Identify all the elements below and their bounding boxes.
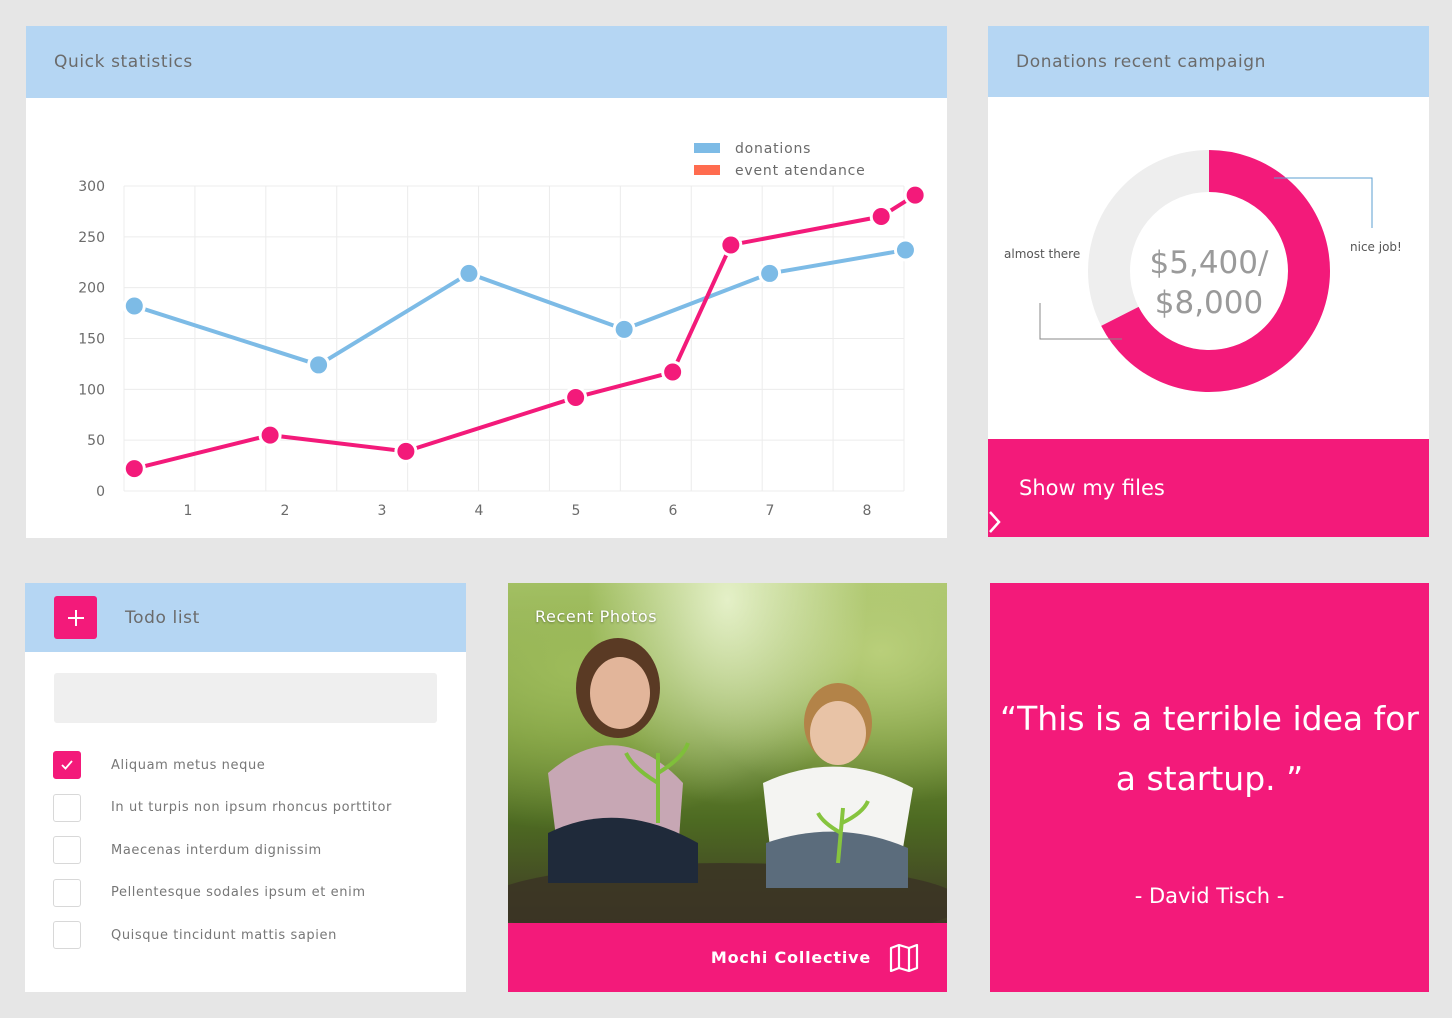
legend-swatch — [694, 165, 720, 175]
data-point[interactable] — [612, 317, 636, 341]
y-tick-label: 250 — [78, 230, 105, 246]
photo-footer[interactable]: Mochi Collective — [508, 923, 947, 992]
todo-item: Aliquam metus neque — [53, 750, 392, 780]
recent-photo-image[interactable] — [508, 583, 947, 943]
quote-card: “This is a terrible idea for a startup. … — [990, 583, 1429, 992]
quick-statistics-title: Quick statistics — [54, 52, 193, 72]
add-todo-button[interactable] — [54, 596, 97, 639]
legend-swatch — [694, 143, 720, 153]
data-point[interactable] — [457, 261, 481, 285]
quick-statistics-header: Quick statistics — [26, 26, 947, 98]
data-point[interactable] — [869, 205, 893, 228]
donations-card: Donations recent campaign $5,400/ $8,000… — [988, 26, 1429, 537]
y-tick-label: 100 — [78, 382, 105, 398]
y-tick-label: 50 — [87, 433, 105, 449]
series-line — [133, 248, 906, 367]
data-point[interactable] — [903, 183, 927, 207]
y-tick-label: 0 — [96, 484, 105, 500]
series-line — [133, 193, 917, 471]
recent-photos-title: Recent Photos — [535, 607, 658, 626]
show-my-files-button[interactable]: Show my files — [988, 439, 1429, 537]
todo-item-text: Pellentesque sodales ipsum et enim — [111, 885, 366, 900]
data-point[interactable] — [564, 385, 588, 409]
check-icon — [61, 760, 73, 770]
todo-item: In ut turpis non ipsum rhoncus porttitor — [53, 793, 392, 823]
quote-author: - David Tisch - — [1134, 884, 1285, 908]
data-point[interactable] — [893, 238, 917, 262]
donation-donut-chart: $5,400/ $8,000 almost there nice job! — [1004, 150, 1402, 392]
x-tick-label: 2 — [281, 503, 290, 519]
nice-job-label: nice job! — [1350, 240, 1402, 254]
todo-checkbox[interactable] — [53, 751, 81, 779]
photo-illustration — [508, 638, 947, 943]
todo-checkbox[interactable] — [53, 921, 81, 949]
recent-photos-card: Recent Photos Mochi Collective — [508, 583, 947, 992]
todo-item: Quisque tincidunt mattis sapien — [53, 920, 392, 950]
x-tick-label: 4 — [475, 503, 484, 519]
todo-item-text: Quisque tincidunt mattis sapien — [111, 927, 337, 943]
data-point[interactable] — [307, 353, 331, 377]
todo-item-text: In ut turpis non ipsum rhoncus porttitor — [111, 800, 392, 815]
quote-text: “This is a terrible idea for a startup. … — [1000, 699, 1419, 798]
y-tick-label: 300 — [78, 179, 105, 195]
data-point[interactable] — [758, 261, 782, 285]
todo-item: Maecenas interdum dignissim — [53, 835, 392, 865]
todo-input[interactable] — [54, 673, 437, 723]
data-point[interactable] — [258, 423, 282, 447]
donations-header: Donations recent campaign — [988, 26, 1429, 97]
data-point[interactable] — [719, 233, 743, 257]
data-point[interactable] — [122, 294, 146, 318]
legend-label: event atendance — [735, 163, 866, 179]
photo-footer-label: Mochi Collective — [710, 948, 871, 967]
donation-amount-raised: $5,400/ — [1150, 245, 1269, 281]
todo-checkbox[interactable] — [53, 878, 81, 907]
todo-item: Pellentesque sodales ipsum et enim — [53, 878, 392, 908]
quick-statistics-card: Quick statistics 0 50 100 150 200 250 300 1 2 3 4 5… — [26, 26, 947, 538]
x-tick-label: 3 — [378, 503, 387, 519]
plus-icon — [67, 609, 84, 626]
y-tick-label: 200 — [78, 281, 105, 297]
data-point[interactable] — [394, 439, 418, 463]
todo-item-text: Aliquam metus neque — [111, 757, 266, 773]
line-chart: 0 50 100 150 200 250 300 1 2 3 4 5 6 7 8 donations event… — [78, 141, 927, 519]
x-tick-label: 5 — [572, 503, 581, 519]
map-icon — [889, 943, 919, 972]
todo-item-text: Maecenas interdum dignissim — [111, 842, 322, 858]
todo-header: Todo list — [25, 583, 466, 652]
todo-card: Todo list Aliquam metus neque In ut turpi… — [25, 583, 466, 992]
almost-there-label: almost there — [1004, 247, 1080, 261]
chevron-right-icon — [989, 511, 1001, 533]
todo-list: Aliquam metus neque In ut turpis non ipsu… — [53, 750, 392, 963]
donation-amount-goal: $8,000 — [1155, 285, 1263, 321]
y-tick-label: 150 — [78, 332, 105, 348]
x-tick-label: 6 — [669, 503, 678, 519]
x-tick-label: 7 — [766, 503, 775, 519]
x-tick-label: 1 — [184, 503, 193, 519]
todo-checkbox[interactable] — [53, 793, 81, 822]
data-point[interactable] — [122, 457, 146, 481]
data-point[interactable] — [661, 360, 685, 384]
todo-title: Todo list — [125, 607, 200, 628]
legend-label: donations — [735, 141, 811, 157]
show-my-files-label: Show my files — [1019, 476, 1165, 500]
x-tick-label: 8 — [863, 503, 872, 519]
donations-title: Donations recent campaign — [1016, 51, 1267, 72]
todo-checkbox[interactable] — [53, 836, 81, 864]
